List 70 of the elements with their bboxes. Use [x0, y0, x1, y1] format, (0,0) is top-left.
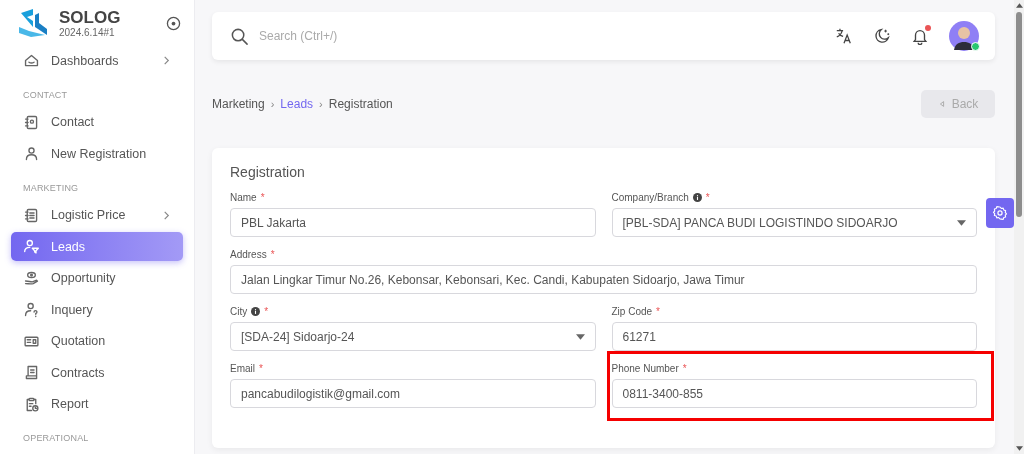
scroll-down-icon[interactable] [1015, 446, 1023, 451]
required-asterisk: * [656, 305, 660, 317]
bell-icon[interactable] [911, 27, 929, 45]
search-field[interactable]: Search (Ctrl+/) [257, 28, 815, 44]
user-filter-icon [23, 238, 40, 255]
input-field[interactable]: 61271 [611, 322, 977, 351]
moon-icon[interactable] [873, 27, 891, 45]
required-asterisk: * [260, 191, 265, 203]
scroll-up-icon[interactable] [1015, 3, 1023, 8]
required-asterisk: * [705, 191, 710, 203]
select-field[interactable]: [PBL-SDA] PANCA BUDI LOGISTINDO SIDOARJO [611, 208, 977, 237]
section-heading: CONTACT [22, 88, 69, 102]
chevron-right-icon [162, 56, 171, 65]
required-asterisk: * [259, 362, 263, 374]
sidebar-item[interactable]: Logistic Price [11, 200, 183, 230]
settings-button[interactable] [986, 198, 1014, 228]
caret-left-icon [937, 100, 946, 108]
dropdown-caret-icon [575, 333, 585, 340]
input-field[interactable]: pancabudilogistik@gmail.com [230, 379, 596, 408]
breadcrumb-text: Registration [328, 97, 393, 111]
breadcrumb-text: Marketing [212, 97, 265, 111]
field-label: City [230, 305, 248, 317]
section-heading: OPERATIONAL [22, 432, 90, 445]
field-label: Phone Number [611, 362, 679, 374]
sidebar-item[interactable]: Opportunity [11, 263, 183, 293]
scrollbar[interactable] [1014, 0, 1024, 454]
sidebar-item[interactable]: Dashboards [11, 46, 183, 75]
translate-icon[interactable] [835, 27, 853, 45]
hand-coin-icon [23, 269, 40, 287]
sidebar-item[interactable]: Inquery [11, 295, 183, 324]
brand-name: SOLOG [59, 8, 122, 27]
sidebar-item[interactable]: Contact [11, 107, 183, 137]
input-field[interactable]: Jalan Lingkar Timur No.26, Kebonsar, Kebonsari, Kec. Candi, Kabupaten Sidoarjo, Jawa Timur [230, 265, 977, 294]
chevron-right-icon [162, 210, 171, 220]
field-label: Company/Branch [611, 191, 689, 203]
address-book-icon [23, 113, 40, 131]
input-field[interactable]: 0811-3400-855 [611, 379, 977, 408]
settings-icon [992, 205, 1008, 221]
search-icon [230, 26, 249, 46]
section-heading: MARKETING [22, 181, 80, 195]
sidebar-item[interactable]: New Registration [11, 139, 183, 168]
field-label: Email [230, 362, 255, 374]
sidebar-toggle-icon[interactable] [166, 15, 181, 31]
dropdown-caret-icon [957, 219, 966, 226]
card-title: Registration [230, 164, 306, 180]
user-question-icon [23, 301, 40, 318]
sidebar-item[interactable]: Quotation [11, 326, 183, 356]
logo-icon [17, 7, 49, 39]
required-asterisk: * [682, 362, 687, 374]
field-label: Name [230, 191, 257, 203]
required-asterisk: * [264, 305, 269, 317]
info-icon [692, 192, 702, 202]
user-icon [23, 145, 40, 162]
breadcrumb-separator: › [270, 98, 275, 110]
breadcrumb-link[interactable]: Leads [280, 97, 314, 111]
select-field[interactable]: [SDA-24] Sidoarjo-24 [230, 322, 596, 351]
input-field[interactable]: PBL Jakarta [230, 208, 596, 237]
sidebar-item[interactable]: Report [11, 389, 183, 419]
home-icon [23, 52, 40, 69]
document-icon [23, 364, 40, 381]
breadcrumb-separator: › [319, 98, 323, 110]
required-asterisk: * [270, 248, 275, 260]
list-icon [23, 206, 40, 224]
info-icon [251, 306, 261, 316]
version-text: 2024.6.14#1 [59, 26, 116, 38]
sidebar-item[interactable]: Contracts [11, 358, 183, 387]
avatar[interactable] [949, 21, 979, 51]
field-label: Zip Code [611, 305, 653, 317]
field-label: Address [230, 248, 267, 260]
sidebar-item[interactable]: Leads [11, 232, 183, 261]
